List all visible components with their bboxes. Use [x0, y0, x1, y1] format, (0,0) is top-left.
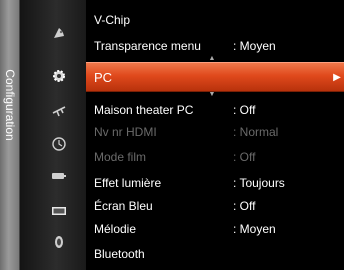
scroll-down-indicator[interactable]: ▼ — [208, 91, 216, 98]
menu-item-maison-theater-pc[interactable]: Maison theater PC : Off — [86, 99, 344, 121]
satellite-dish-icon[interactable] — [51, 25, 67, 41]
settings-menu: V-Chip Transparence menu : Moyen ▲ PC ▶ … — [86, 0, 344, 270]
menu-item-transparence-menu[interactable]: Transparence menu : Moyen — [86, 35, 344, 57]
menu-item-value: : Normal — [233, 125, 279, 139]
menu-item-value: : Moyen — [233, 222, 276, 236]
menu-item-value: : Moyen — [233, 39, 276, 53]
menu-item-label: Écran Bleu — [94, 199, 153, 213]
antenna-icon[interactable] — [51, 103, 67, 119]
gear-icon[interactable] — [51, 68, 67, 84]
menu-item-label: Transparence menu — [94, 39, 201, 53]
sidebar-tab-configuration[interactable]: Configuration — [0, 0, 20, 270]
menu-item-label: Effet lumière — [94, 176, 162, 190]
menu-item-nv-nr-hdmi: Nv nr HDMI : Normal — [86, 121, 344, 143]
sound-icon[interactable] — [51, 234, 67, 250]
menu-item-label: V-Chip — [94, 13, 131, 27]
picture-icon[interactable] — [51, 203, 67, 219]
menu-item-label: Mode film — [94, 150, 147, 164]
category-icon-column — [20, 0, 86, 270]
menu-item-vchip[interactable]: V-Chip — [86, 9, 344, 31]
input-source-icon[interactable] — [51, 168, 67, 184]
menu-item-label: PC — [94, 70, 113, 85]
sidebar-title: Configuration — [3, 69, 17, 141]
menu-item-label: Maison theater PC — [94, 103, 194, 117]
menu-item-label: Nv nr HDMI — [94, 125, 157, 139]
menu-item-pc[interactable]: PC ▶ — [86, 62, 344, 92]
menu-item-ecran-bleu[interactable]: Écran Bleu : Off — [86, 195, 344, 217]
menu-item-bluetooth[interactable]: Bluetooth — [86, 243, 344, 265]
menu-item-effet-lumiere[interactable]: Effet lumière : Toujours — [86, 172, 344, 194]
menu-item-label: Bluetooth — [94, 247, 145, 261]
submenu-arrow-icon: ▶ — [333, 72, 341, 83]
menu-item-value: : Toujours — [233, 176, 285, 190]
menu-item-melodie[interactable]: Mélodie : Moyen — [86, 218, 344, 240]
menu-item-mode-film: Mode film : Off — [86, 146, 344, 168]
menu-item-value: : Off — [233, 150, 256, 164]
menu-item-value: : Off — [233, 103, 256, 117]
clock-icon[interactable] — [51, 136, 67, 152]
menu-item-value: : Off — [233, 199, 256, 213]
menu-item-label: Mélodie — [94, 222, 137, 236]
